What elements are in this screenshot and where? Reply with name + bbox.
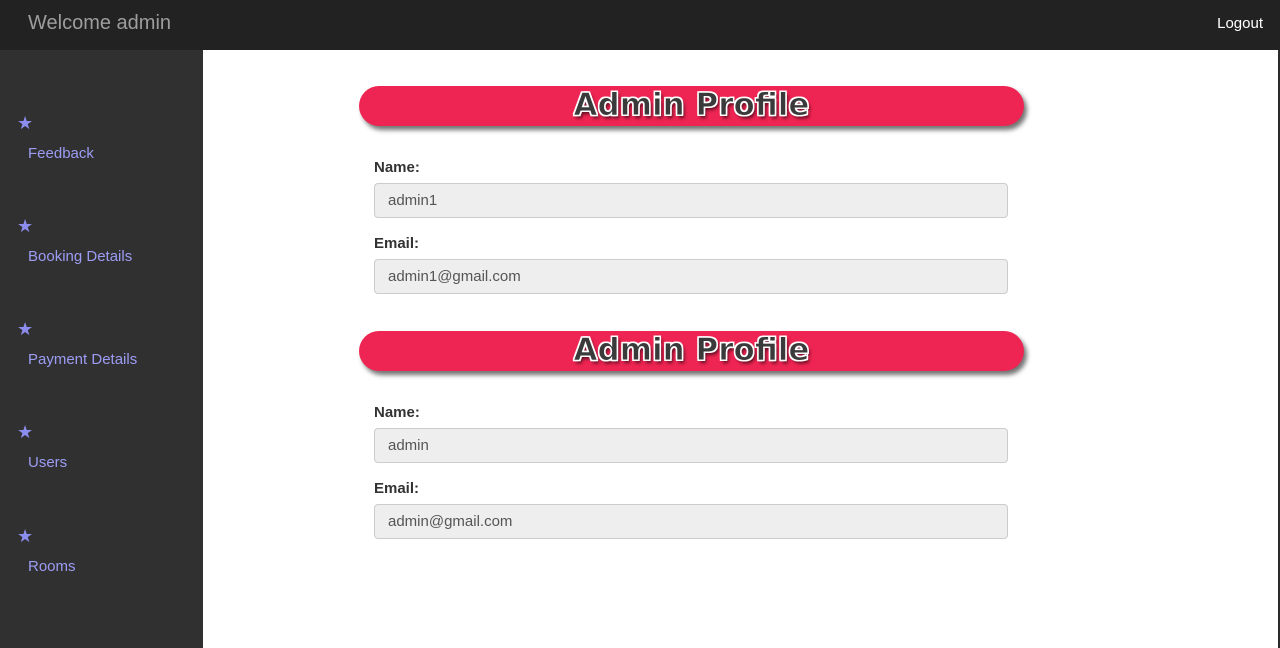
sidebar-item-payment-details[interactable]: ★ Payment Details bbox=[0, 320, 203, 390]
star-icon: ★ bbox=[17, 526, 34, 546]
profile-banner: Admin Profile bbox=[359, 86, 1024, 126]
sidebar-item-label[interactable]: Booking Details bbox=[28, 248, 132, 265]
star-icon: ★ bbox=[17, 216, 34, 236]
sidebar-item-users[interactable]: ★ Users bbox=[0, 423, 203, 493]
sidebar-item-label[interactable]: Feedback bbox=[28, 145, 94, 162]
name-label: Name: bbox=[374, 159, 420, 176]
sidebar-item-rooms[interactable]: ★ Rooms bbox=[0, 527, 203, 597]
sidebar-item-label[interactable]: Users bbox=[28, 454, 67, 471]
star-icon: ★ bbox=[17, 422, 34, 442]
top-navbar: Welcome admin Logout bbox=[0, 0, 1280, 50]
sidebar-item-feedback[interactable]: ★ Feedback bbox=[0, 114, 203, 184]
navbar-brand[interactable]: Welcome admin bbox=[28, 12, 171, 35]
star-icon: ★ bbox=[17, 113, 34, 133]
sidebar-item-label[interactable]: Payment Details bbox=[28, 351, 137, 368]
main-content: Admin Profile Name: Email: Admin Profile… bbox=[203, 50, 1278, 648]
name-label: Name: bbox=[374, 404, 420, 421]
name-field[interactable] bbox=[374, 428, 1008, 463]
sidebar: ★ Feedback ★ Booking Details ★ Payment D… bbox=[0, 50, 203, 648]
email-field[interactable] bbox=[374, 504, 1008, 539]
email-label: Email: bbox=[374, 235, 420, 252]
profile-title: Admin Profile bbox=[573, 332, 810, 369]
sidebar-item-label[interactable]: Rooms bbox=[28, 558, 76, 575]
star-icon: ★ bbox=[17, 319, 34, 339]
logout-link[interactable]: Logout bbox=[1217, 15, 1263, 32]
profile-banner: Admin Profile bbox=[359, 331, 1024, 371]
sidebar-item-booking-details[interactable]: ★ Booking Details bbox=[0, 217, 203, 287]
profile-title: Admin Profile bbox=[573, 87, 810, 124]
email-field[interactable] bbox=[374, 259, 1008, 294]
name-field[interactable] bbox=[374, 183, 1008, 218]
email-label: Email: bbox=[374, 480, 420, 497]
